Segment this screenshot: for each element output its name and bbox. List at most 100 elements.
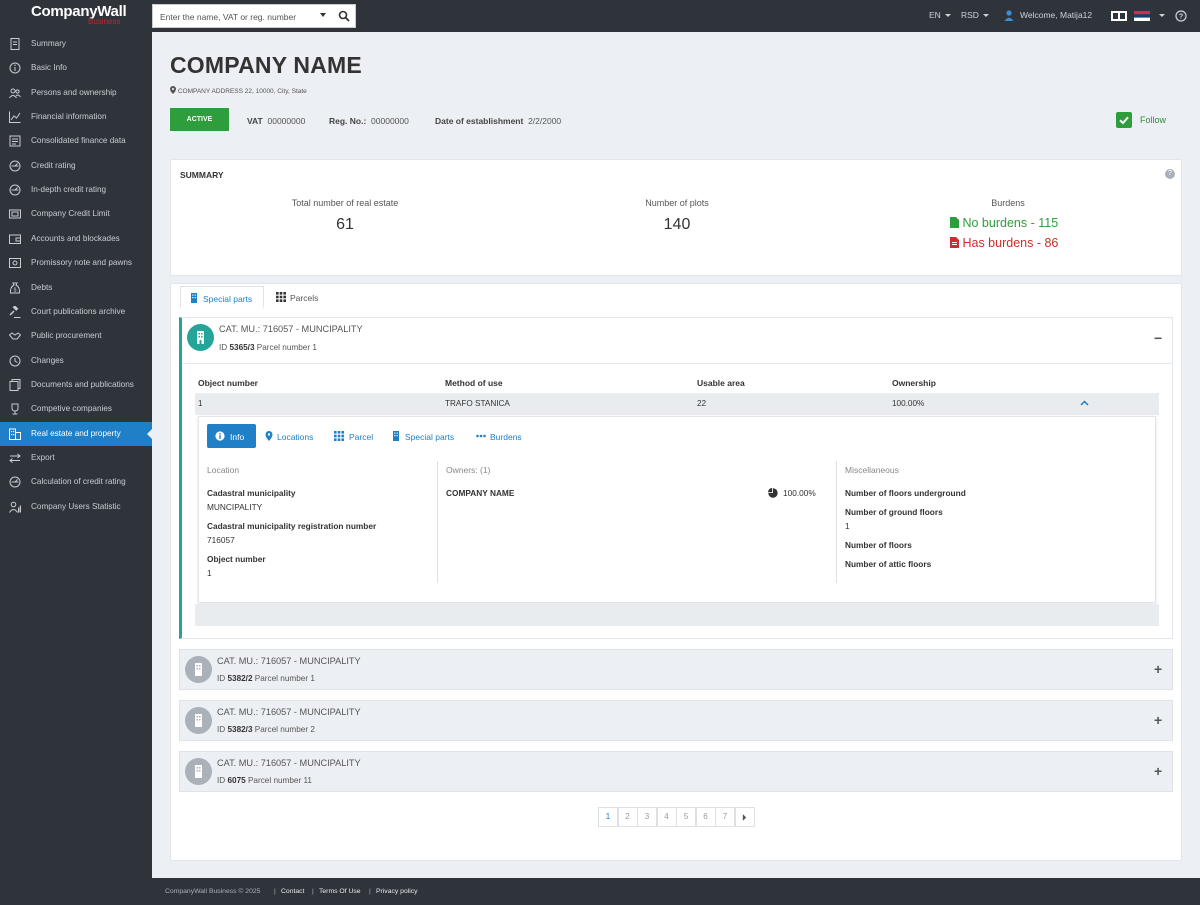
sidebar-item-summary[interactable]: Summary (0, 32, 152, 56)
card-icon[interactable] (1111, 11, 1127, 21)
subtab-burdens-label: Burdens (490, 432, 522, 442)
sidebar-item-promissory-note-and-pawns[interactable]: Promissory note and pawns (0, 251, 152, 275)
sidebar-item-label: Court publications archive (31, 306, 126, 316)
search-box[interactable]: Enter the name, VAT or reg. number (152, 4, 356, 28)
wallet-icon (9, 234, 21, 244)
sidebar-item-financial-information[interactable]: Financial information (0, 105, 152, 129)
page-4-button[interactable]: 4 (656, 807, 677, 827)
info-icon (215, 431, 225, 441)
sidebar-item-changes[interactable]: Changes (0, 349, 152, 373)
subtab-info[interactable]: Info (207, 424, 256, 448)
accordion-title[interactable]: CAT. MU.: 716057 - MUNCIPALITY (219, 324, 363, 334)
sidebar-item-company-users-statistic[interactable]: Company Users Statistic (0, 495, 152, 519)
subtab-special-parts[interactable]: Special parts (391, 424, 461, 448)
search-input[interactable]: Enter the name, VAT or reg. number (160, 12, 296, 22)
page-2-button[interactable]: 2 (617, 807, 638, 827)
field-value: 1 (845, 521, 850, 531)
divider (437, 461, 438, 583)
no-burdens-text: No burdens - 115 (962, 216, 1059, 230)
sidebar-item-public-procurement[interactable]: Public procurement (0, 324, 152, 348)
page-5-button[interactable]: 5 (676, 807, 696, 827)
page-7-button[interactable]: 7 (715, 807, 735, 827)
expand-icon[interactable]: + (1154, 712, 1162, 728)
user-stats-icon (9, 501, 21, 513)
field-label: Number of ground floors (845, 507, 943, 517)
sidebar-item-in-depth-credit-rating[interactable]: In-depth credit rating (0, 178, 152, 202)
field-value: 716057 (207, 535, 235, 545)
total-label: Total number of real estate (291, 198, 399, 208)
sidebar-item-court-publications-archive[interactable]: Court publications archive (0, 300, 152, 324)
sidebar-item-consolidated-finance-data[interactable]: Consolidated finance data (0, 129, 152, 153)
building-icon (187, 324, 214, 351)
tab-parcels[interactable]: Parcels (268, 286, 338, 308)
contact-link[interactable]: Contact (281, 888, 304, 895)
chevron-up-icon[interactable] (1080, 400, 1089, 406)
expand-icon[interactable]: + (1154, 763, 1162, 779)
field-label: Cadastral municipality (207, 488, 296, 498)
help-icon[interactable]: ? (1175, 10, 1187, 22)
accordion-subtitle: ID 6075 Parcel number 11 (217, 776, 312, 785)
accordion-subtitle: ID 5382/2 Parcel number 1 (217, 674, 315, 683)
sidebar-item-debts[interactable]: $ Debts (0, 276, 152, 300)
page-1-button[interactable]: 1 (598, 807, 618, 827)
accordion-item[interactable]: CAT. MU.: 716057 - MUNCIPALITY ID 6075 P… (179, 751, 1173, 792)
separator: | (369, 888, 371, 895)
id-value: 6075 (227, 776, 246, 785)
sidebar-item-accounts-and-blockades[interactable]: Accounts and blockades (0, 227, 152, 251)
top-bar: CompanyWall Business Enter the name, VAT… (0, 0, 1200, 32)
est-value: 2/2/2000 (528, 116, 562, 126)
sidebar-item-company-credit-limit[interactable]: Company Credit Limit (0, 202, 152, 226)
subtab-locations[interactable]: Locations (264, 424, 324, 448)
page-6-button[interactable]: 6 (695, 807, 716, 827)
table-row[interactable]: 1 TRAFO STANICA 22 100.00% (195, 393, 1159, 415)
expand-icon[interactable]: + (1154, 661, 1162, 677)
info-icon (9, 62, 21, 74)
plots-label: Number of plots (645, 198, 709, 208)
accordion-item[interactable]: CAT. MU.: 716057 - MUNCIPALITY ID 5382/2… (179, 649, 1173, 690)
accordion-item[interactable]: CAT. MU.: 716057 - MUNCIPALITY ID 5382/3… (179, 700, 1173, 741)
sidebar-item-real-estate-and-property[interactable]: Real estate and property (0, 421, 153, 446)
privacy-link[interactable]: Privacy policy (376, 888, 418, 895)
search-icon[interactable] (338, 10, 350, 22)
ellipsis-icon (476, 434, 486, 438)
vat-info: VAT 00000000 (247, 116, 305, 126)
language-select[interactable]: EN (929, 10, 951, 20)
tab-special-parts[interactable]: Special parts (180, 286, 264, 308)
sidebar-item-label: Changes (31, 355, 64, 365)
plots-value: 140 (663, 216, 691, 233)
collapse-icon[interactable]: − (1154, 330, 1162, 346)
sidebar-item-label: Competive companies (31, 404, 113, 414)
search-dropdown-icon[interactable] (320, 13, 326, 17)
field-label: Number of floors (845, 540, 912, 550)
sidebar-item-documents-and-publications[interactable]: Documents and publications (0, 373, 152, 397)
owner-name[interactable]: COMPANY NAME (446, 488, 514, 498)
welcome-user[interactable]: Welcome, Matija12 (1020, 10, 1092, 20)
currency-select[interactable]: RSD (961, 10, 989, 20)
sidebar-item-label: Debts (31, 282, 53, 292)
page-3-button[interactable]: 3 (637, 807, 657, 827)
subtab-burdens[interactable]: Burdens (476, 424, 528, 448)
id-value: 5365/3 (229, 343, 255, 352)
sidebar-item-persons-and-ownership[interactable]: Persons and ownership (0, 81, 152, 105)
chevron-down-icon[interactable] (1159, 14, 1165, 17)
sidebar-item-basic-info[interactable]: Basic Info (0, 56, 152, 80)
accordion-title: CAT. MU.: 716057 - MUNCIPALITY (217, 758, 361, 768)
est-label: Date of establishment (435, 116, 524, 126)
people-icon (9, 88, 21, 98)
sidebar-item-label: Persons and ownership (31, 87, 117, 97)
sidebar-item-calculation-of-credit-rating[interactable]: Calculation of credit rating (0, 470, 152, 494)
subtab-parcel[interactable]: Parcel (334, 424, 378, 448)
field-label: Object number (207, 554, 266, 564)
sidebar-item-credit-rating[interactable]: Credit rating (0, 154, 152, 178)
company-address: COMPANY ADDRESS 22, 10000, City, State (170, 86, 307, 95)
logo[interactable]: CompanyWall Business (0, 0, 152, 32)
flag-icon[interactable] (1134, 11, 1150, 21)
next-page-button[interactable] (734, 807, 755, 827)
chevron-down-icon (982, 14, 989, 18)
help-icon[interactable]: ? (1165, 169, 1175, 179)
sidebar-item-export[interactable]: Export (0, 446, 152, 470)
has-burdens-text: Has burdens - 86 (962, 236, 1059, 250)
id-label: ID (217, 674, 226, 683)
terms-link[interactable]: Terms Of Use (319, 888, 361, 895)
sidebar-item-competive-companies[interactable]: Competive companies (0, 397, 152, 421)
